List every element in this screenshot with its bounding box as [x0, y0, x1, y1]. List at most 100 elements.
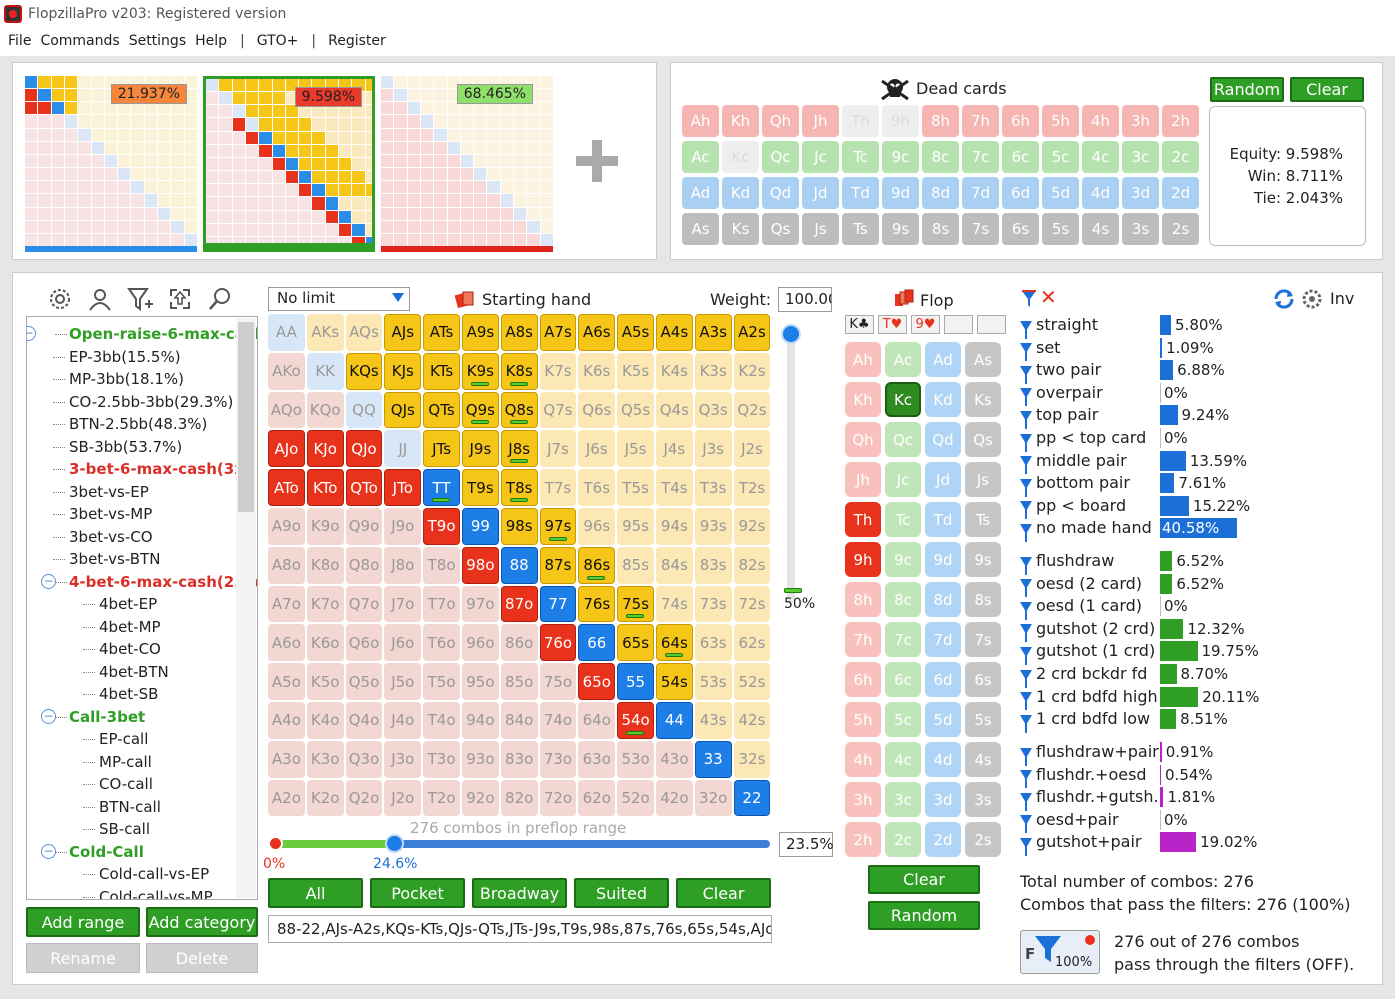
dead-card-Qd[interactable]: Qd [762, 177, 799, 209]
hand-cell-77[interactable]: 77 [539, 585, 577, 623]
dead-card-5c[interactable]: 5c [1042, 141, 1079, 173]
hand-cell-J7s[interactable]: J7s [539, 430, 577, 468]
hand-cell-A6o[interactable]: A6o [268, 624, 305, 662]
flop-card-2s[interactable]: 2s [965, 822, 1001, 857]
delete-button[interactable]: Delete [146, 943, 258, 973]
dead-card-8s[interactable]: 8s [922, 213, 959, 245]
hand-cell-Q3o[interactable]: Q3o [345, 740, 383, 778]
hand-cell-QJs[interactable]: QJs [384, 391, 422, 429]
filter-oesd-pair[interactable]: oesd+pair [1020, 809, 1119, 834]
hand-cell-73o[interactable]: 73o [539, 740, 577, 778]
flop-card-Js[interactable]: Js [965, 462, 1001, 497]
hand-cell-62o[interactable]: 62o [578, 779, 616, 817]
dead-card-3s[interactable]: 3s [1122, 213, 1159, 245]
hand-cell-T3s[interactable]: T3s [694, 469, 732, 506]
game-limit-select[interactable]: No limit [268, 287, 410, 311]
settings-gear-icon[interactable] [1300, 287, 1324, 311]
dead-card-4h[interactable]: 4h [1082, 105, 1119, 137]
hand-cell-72s[interactable]: 72s [733, 585, 771, 623]
filter-oesd-1-card-[interactable]: oesd (1 card) [1020, 595, 1142, 620]
tree-item[interactable]: 3-bet-6-max-cash(3x) [69, 458, 251, 480]
hand-cell-J8o[interactable]: J8o [384, 546, 422, 584]
hand-cell-85s[interactable]: 85s [617, 546, 654, 584]
flop-clear-button[interactable]: Clear [868, 865, 980, 894]
filter-set[interactable]: set [1020, 337, 1060, 362]
hand-cell-84o[interactable]: 84o [500, 701, 538, 739]
hand-cell-K6o[interactable]: K6o [306, 624, 344, 662]
dead-card-5s[interactable]: 5s [1042, 213, 1079, 245]
hand-cell-54o[interactable]: 54o [617, 701, 654, 739]
flop-card-Jd[interactable]: Jd [925, 462, 961, 497]
tree-item[interactable]: 4bet-EP [99, 593, 157, 615]
hand-cell-T8s[interactable]: T8s [500, 469, 538, 506]
dead-card-7d[interactable]: 7d [962, 177, 999, 209]
dead-card-Tc[interactable]: Tc [842, 141, 879, 173]
hand-cell-93s[interactable]: 93s [694, 507, 732, 545]
hand-cell-KQs[interactable]: KQs [345, 352, 383, 390]
hand-cell-J3o[interactable]: J3o [384, 740, 422, 778]
range-btn-pocket[interactable]: Pocket [370, 878, 465, 908]
hand-cell-K2s[interactable]: K2s [733, 352, 771, 390]
dead-card-4d[interactable]: 4d [1082, 177, 1119, 209]
hand-cell-82o[interactable]: 82o [500, 779, 538, 817]
search-icon[interactable] [206, 285, 234, 313]
hand-cell-Q4s[interactable]: Q4s [655, 391, 693, 429]
tree-item[interactable]: MP-call [99, 751, 152, 773]
hand-cell-ATs[interactable]: ATs [423, 314, 460, 351]
hand-cell-A9o[interactable]: A9o [268, 507, 305, 545]
dead-card-Qs[interactable]: Qs [762, 213, 799, 245]
hand-cell-53s[interactable]: 53s [694, 663, 732, 700]
user-icon[interactable] [86, 285, 114, 313]
hand-cell-T2o[interactable]: T2o [423, 779, 460, 817]
hand-cell-83s[interactable]: 83s [694, 546, 732, 584]
hand-cell-96o[interactable]: 96o [461, 624, 499, 662]
collapse-icon[interactable]: − [41, 843, 56, 859]
tree-item[interactable]: 4bet-SB [99, 683, 158, 705]
player-range-preview[interactable]: 21.937% [25, 76, 197, 252]
hand-cell-K3s[interactable]: K3s [694, 352, 732, 390]
range-btn-clear[interactable]: Clear [676, 878, 771, 908]
weight-slider[interactable] [787, 330, 795, 602]
hand-cell-A8s[interactable]: A8s [500, 314, 538, 351]
dead-card-9s[interactable]: 9s [882, 213, 919, 245]
dead-card-Ad[interactable]: Ad [682, 177, 719, 209]
tree-item[interactable]: Open-raise-6-max-cash [69, 323, 257, 345]
tree-scrollbar-thumb[interactable] [238, 322, 254, 512]
tree-item[interactable]: 4bet-BTN [99, 661, 169, 683]
flop-card-4s[interactable]: 4s [965, 742, 1001, 777]
hand-cell-J4o[interactable]: J4o [384, 701, 422, 739]
collapse-icon[interactable]: − [41, 573, 56, 589]
tree-item[interactable]: 3bet-vs-BTN [69, 548, 160, 570]
hand-cell-A6s[interactable]: A6s [578, 314, 616, 351]
hand-cell-55[interactable]: 55 [617, 663, 654, 700]
hand-cell-A8o[interactable]: A8o [268, 546, 305, 584]
hand-cell-A9s[interactable]: A9s [461, 314, 499, 351]
weight-input[interactable]: 100.00 [778, 287, 832, 312]
dead-card-Qh[interactable]: Qh [762, 105, 799, 137]
hand-cell-J2o[interactable]: J2o [384, 779, 422, 817]
hand-cell-KK[interactable]: KK [306, 352, 344, 390]
filter-middle-pair[interactable]: middle pair [1020, 450, 1127, 475]
hand-cell-Q2o[interactable]: Q2o [345, 779, 383, 817]
dead-card-8h[interactable]: 8h [922, 105, 959, 137]
menu-settings[interactable]: Settings [129, 30, 195, 54]
dead-card-9h[interactable]: 9h [882, 105, 919, 137]
flop-card-7s[interactable]: 7s [965, 622, 1001, 657]
hand-cell-T5o[interactable]: T5o [423, 663, 460, 700]
dead-card-2s[interactable]: 2s [1162, 213, 1199, 245]
hand-cell-99[interactable]: 99 [461, 507, 499, 545]
dead-card-As[interactable]: As [682, 213, 719, 245]
flop-card-Jc[interactable]: Jc [885, 462, 921, 497]
hand-cell-A2s[interactable]: A2s [733, 314, 771, 351]
menu-commands[interactable]: Commands [40, 30, 128, 54]
dead-card-Jc[interactable]: Jc [802, 141, 839, 173]
hand-cell-QTo[interactable]: QTo [345, 469, 383, 506]
collapse-icon[interactable]: − [27, 326, 36, 341]
player-range-preview[interactable]: 9.598% [203, 76, 375, 252]
flop-card-7d[interactable]: 7d [925, 622, 961, 657]
filter-gutshot-pair[interactable]: gutshot+pair [1020, 831, 1142, 856]
filter-1-crd-bdfd-high[interactable]: 1 crd bdfd high [1020, 686, 1158, 711]
hand-cell-J2s[interactable]: J2s [733, 430, 771, 468]
hand-cell-Q9s[interactable]: Q9s [461, 391, 499, 429]
hand-cell-T4o[interactable]: T4o [423, 701, 460, 739]
